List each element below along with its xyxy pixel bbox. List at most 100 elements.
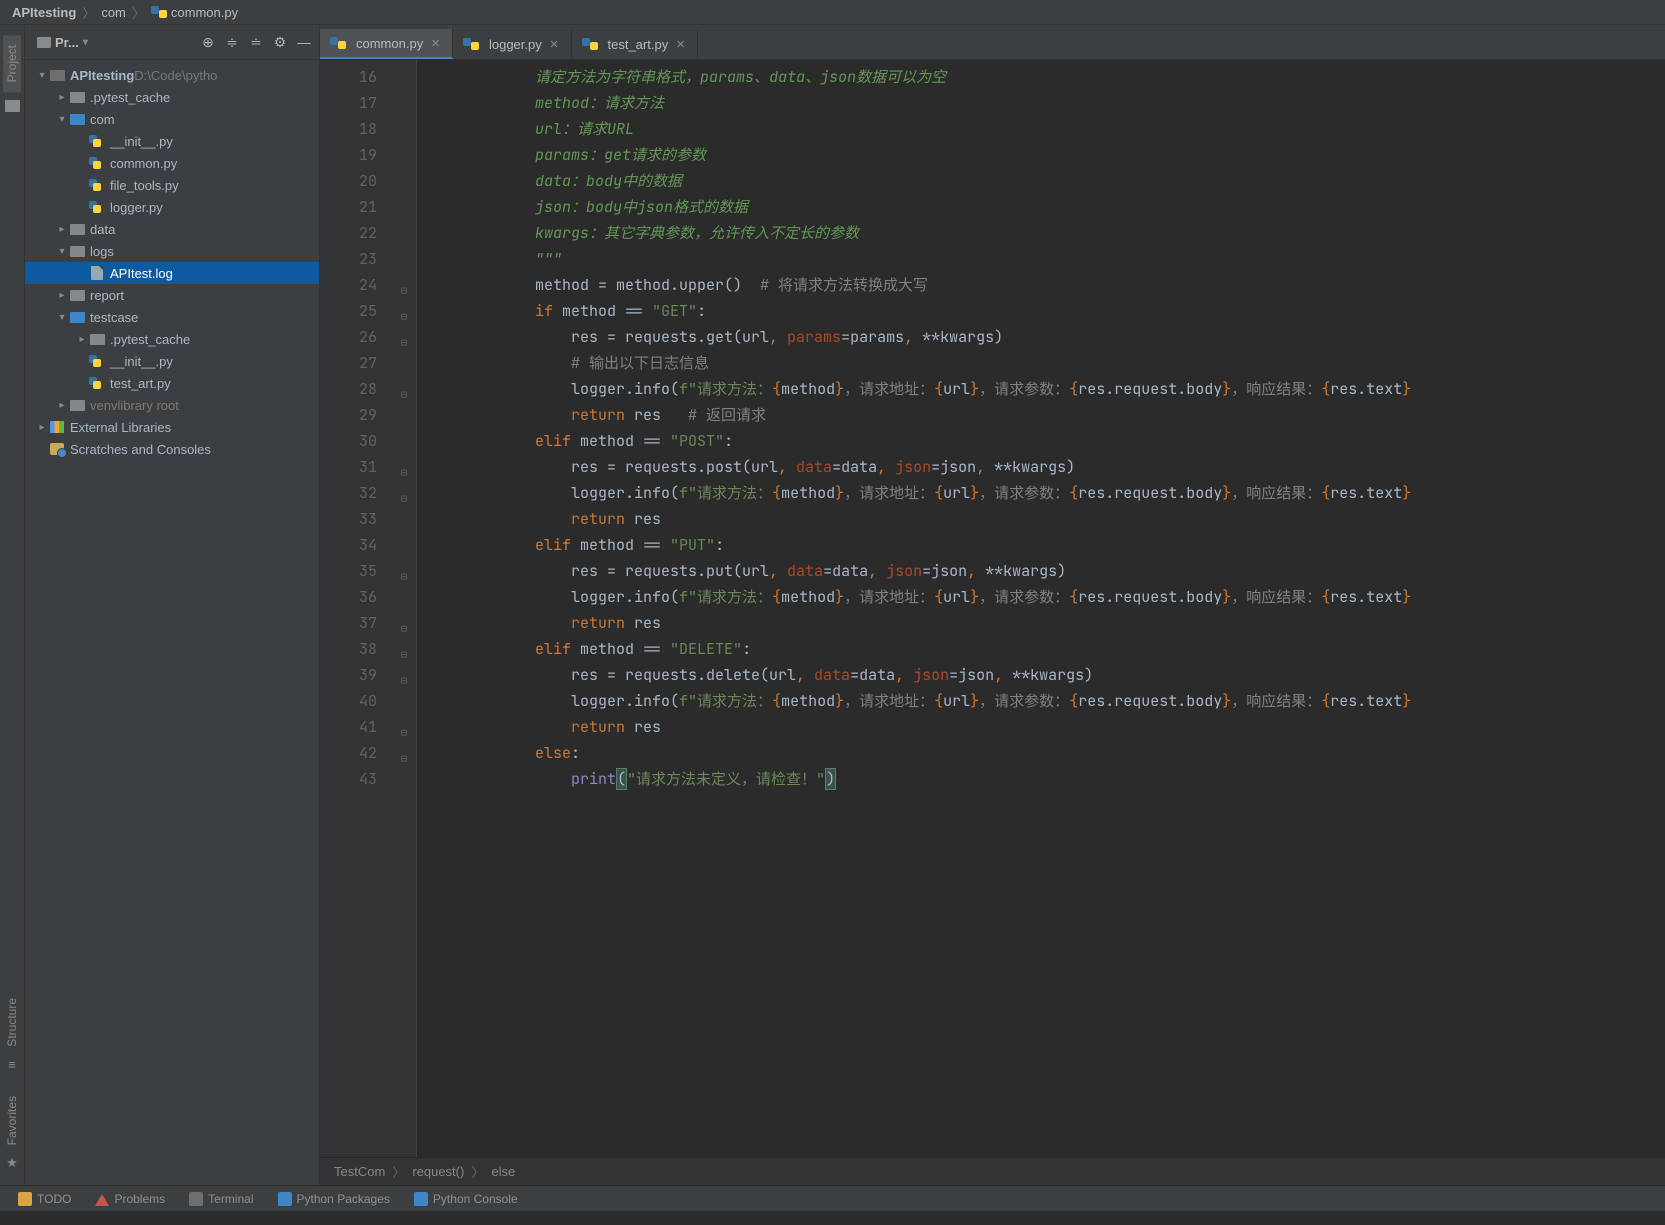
tree-row[interactable]: ▾com <box>25 108 319 130</box>
line-number[interactable]: 30 <box>320 428 377 454</box>
tree-row[interactable]: ▸.pytest_cache <box>25 328 319 350</box>
tree-row[interactable]: test_art.py <box>25 372 319 394</box>
tree-row[interactable]: __init__.py <box>25 130 319 152</box>
close-icon[interactable]: × <box>548 36 561 53</box>
tree-twisty[interactable]: ▸ <box>75 334 89 345</box>
tree-row[interactable]: ▾APItesting D:\Code\pytho <box>25 64 319 86</box>
fold-mark[interactable]: ⊟ <box>397 720 411 746</box>
code-line[interactable]: logger.info(f"请求方法：{method}，请求地址：{url}，请… <box>427 688 1665 714</box>
tree-twisty[interactable]: ▾ <box>55 312 69 323</box>
line-number[interactable]: 18 <box>320 116 377 142</box>
line-number[interactable]: 22 <box>320 220 377 246</box>
code-line[interactable]: res = requests.put(url, data=data, json=… <box>427 558 1665 584</box>
tree-row[interactable]: ▸report <box>25 284 319 306</box>
line-number[interactable]: 34 <box>320 532 377 558</box>
tree-row[interactable]: file_tools.py <box>25 174 319 196</box>
fold-mark[interactable]: ⊟ <box>397 304 411 330</box>
tree-row[interactable]: ▸External Libraries <box>25 416 319 438</box>
bottom-tab-warn[interactable]: Problems <box>85 1186 175 1211</box>
code-line[interactable]: url：请求URL <box>427 116 1665 142</box>
line-number[interactable]: 24 <box>320 272 377 298</box>
code-line[interactable]: logger.info(f"请求方法：{method}，请求地址：{url}，请… <box>427 584 1665 610</box>
line-number[interactable]: 31 <box>320 454 377 480</box>
line-number[interactable]: 29 <box>320 402 377 428</box>
line-number[interactable]: 21 <box>320 194 377 220</box>
tree-row[interactable]: ▸.pytest_cache <box>25 86 319 108</box>
close-icon[interactable]: × <box>429 35 442 52</box>
tree-row[interactable]: __init__.py <box>25 350 319 372</box>
bottom-tab-pkg[interactable]: Python Packages <box>268 1186 400 1211</box>
fold-gutter[interactable]: ⊟⊟⊟⊟⊟⊟⊟⊟⊟⊟⊟⊟ <box>395 60 417 1157</box>
line-number[interactable]: 40 <box>320 688 377 714</box>
line-number[interactable]: 20 <box>320 168 377 194</box>
tree-row[interactable]: APItest.log <box>25 262 319 284</box>
fold-mark[interactable]: ⊟ <box>397 486 411 512</box>
fold-mark[interactable]: ⊟ <box>397 642 411 668</box>
editor-tab[interactable]: test_art.py× <box>572 29 698 59</box>
code-line[interactable]: json：body中json格式的数据 <box>427 194 1665 220</box>
line-number[interactable]: 43 <box>320 766 377 792</box>
project-tree[interactable]: ▾APItesting D:\Code\pytho▸.pytest_cache▾… <box>25 60 319 1185</box>
fold-mark[interactable]: ⊟ <box>397 330 411 356</box>
code-line[interactable]: method = method.upper() # 将请求方法转换成大写 <box>427 272 1665 298</box>
breadcrumb-item[interactable]: APItesting <box>12 5 76 20</box>
fold-mark[interactable]: ⊟ <box>397 460 411 486</box>
code-line[interactable]: logger.info(f"请求方法：{method}，请求地址：{url}，请… <box>427 480 1665 506</box>
line-number[interactable]: 39 <box>320 662 377 688</box>
fold-mark[interactable]: ⊟ <box>397 668 411 694</box>
code-line[interactable]: elif method == "DELETE": <box>427 636 1665 662</box>
line-number[interactable]: 42 <box>320 740 377 766</box>
tree-row[interactable]: ▾logs <box>25 240 319 262</box>
hide-icon[interactable]: — <box>295 33 313 51</box>
line-number[interactable]: 41 <box>320 714 377 740</box>
breadcrumb-item[interactable]: request() <box>412 1164 464 1179</box>
line-number[interactable]: 28 <box>320 376 377 402</box>
breadcrumb-item[interactable]: else <box>491 1164 515 1179</box>
close-icon[interactable]: × <box>674 36 687 53</box>
tree-row[interactable]: ▸venv library root <box>25 394 319 416</box>
breadcrumb-item[interactable]: common.py <box>171 5 238 20</box>
code-editor[interactable]: 请定方法为字符串格式，params、data、json数据可以为空 method… <box>417 60 1665 1157</box>
line-number[interactable]: 38 <box>320 636 377 662</box>
fold-mark[interactable]: ⊟ <box>397 746 411 772</box>
fold-mark[interactable]: ⊟ <box>397 278 411 304</box>
code-line[interactable]: # 输出以下日志信息 <box>427 350 1665 376</box>
line-number[interactable]: 17 <box>320 90 377 116</box>
breadcrumb-item[interactable]: com <box>101 5 126 20</box>
editor-tab[interactable]: logger.py× <box>453 29 572 59</box>
code-line[interactable]: method：请求方法 <box>427 90 1665 116</box>
tree-row[interactable]: ▸data <box>25 218 319 240</box>
bottom-tab-term[interactable]: Terminal <box>179 1186 263 1211</box>
code-line[interactable]: elif method == "PUT": <box>427 532 1665 558</box>
tree-twisty[interactable]: ▸ <box>55 224 69 235</box>
code-line[interactable]: params：get请求的参数 <box>427 142 1665 168</box>
breadcrumb-item[interactable]: TestCom <box>334 1164 385 1179</box>
code-line[interactable]: 请定方法为字符串格式，params、data、json数据可以为空 <box>427 64 1665 90</box>
tool-tab-project[interactable]: Project <box>3 35 21 92</box>
tree-row[interactable]: common.py <box>25 152 319 174</box>
code-line[interactable]: res = requests.post(url, data=data, json… <box>427 454 1665 480</box>
fold-mark[interactable]: ⊟ <box>397 382 411 408</box>
line-number[interactable]: 16 <box>320 64 377 90</box>
code-line[interactable]: if method == "GET": <box>427 298 1665 324</box>
tree-row[interactable]: logger.py <box>25 196 319 218</box>
gear-icon[interactable]: ⚙ <box>271 33 289 51</box>
code-line[interactable]: return res # 返回请求 <box>427 402 1665 428</box>
line-number[interactable]: 27 <box>320 350 377 376</box>
bottom-tab-cons[interactable]: Python Console <box>404 1186 528 1211</box>
expand-all-icon[interactable]: ≑ <box>223 33 241 51</box>
line-number[interactable]: 36 <box>320 584 377 610</box>
tree-twisty[interactable]: ▸ <box>55 290 69 301</box>
fold-mark[interactable]: ⊟ <box>397 564 411 590</box>
tree-twisty[interactable]: ▸ <box>55 400 69 411</box>
locate-icon[interactable]: ⊕ <box>199 33 217 51</box>
tool-tab-structure[interactable]: Structure <box>3 988 21 1057</box>
code-line[interactable]: else: <box>427 740 1665 766</box>
line-number[interactable]: 26 <box>320 324 377 350</box>
line-number[interactable]: 23 <box>320 246 377 272</box>
code-line[interactable]: return res <box>427 610 1665 636</box>
collapse-all-icon[interactable]: ≐ <box>247 33 265 51</box>
tree-twisty[interactable]: ▸ <box>55 92 69 103</box>
line-number[interactable]: 37 <box>320 610 377 636</box>
line-number[interactable]: 33 <box>320 506 377 532</box>
